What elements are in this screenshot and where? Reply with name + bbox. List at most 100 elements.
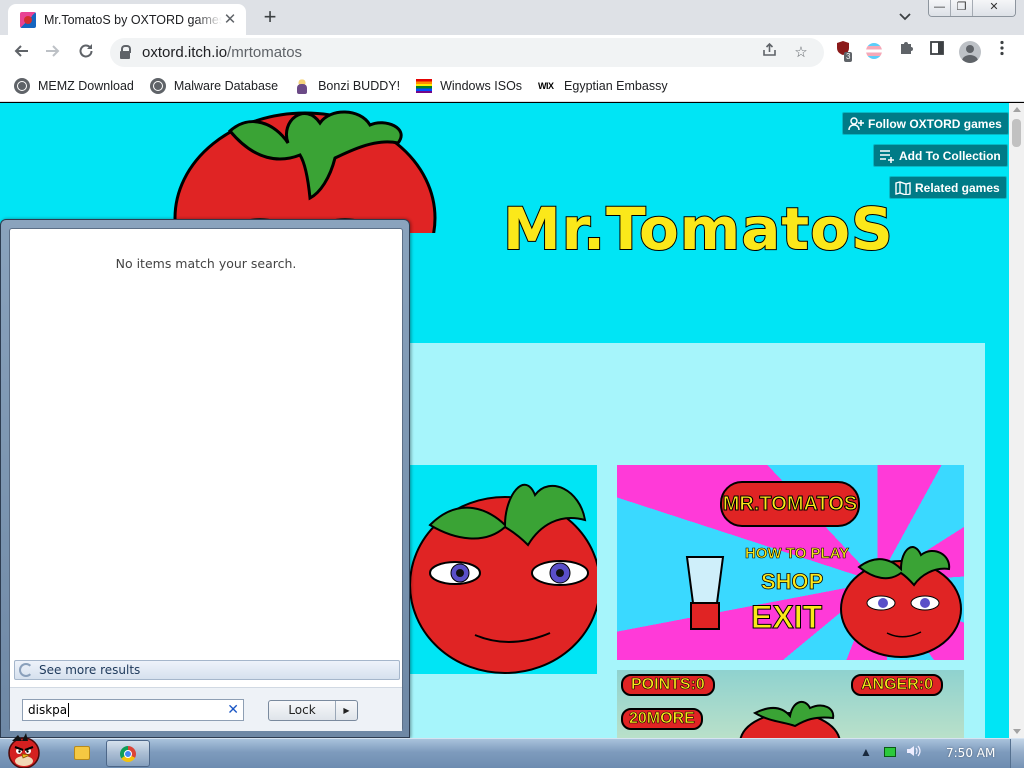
no-results-message: No items match your search. — [115, 256, 297, 271]
lock-icon[interactable] — [120, 45, 131, 59]
lock-button-group: Lock ▶ — [268, 700, 358, 721]
network-icon[interactable] — [882, 744, 898, 760]
see-more-results-link[interactable]: See more results — [14, 660, 400, 680]
banner-tomato-image — [173, 110, 437, 233]
related-games-button[interactable]: Related games — [889, 176, 1007, 199]
menu-tomato-image — [840, 546, 962, 658]
add-to-collection-button[interactable]: Add To Collection — [873, 144, 1008, 167]
hud-points: POINTS:0 — [621, 674, 715, 696]
follow-button[interactable]: Follow OXTORD games — [842, 112, 1009, 135]
game-title: Mr.TomatoS — [502, 194, 894, 264]
gameplay-tomato-image — [739, 700, 841, 738]
search-results-pane: No items match your search. See more res… — [9, 228, 403, 731]
bookmark-label: Bonzi BUDDY! — [318, 78, 401, 93]
follow-label: Follow OXTORD games — [868, 116, 1002, 131]
bookmark-label: Windows ISOs — [440, 78, 523, 93]
chrome-tab-strip: Mr.TomatoS by OXTORD games ✕ + — ❐ ✕ — [0, 0, 1024, 35]
menu-shop: SHOP — [761, 569, 824, 595]
map-icon — [895, 180, 911, 196]
back-button[interactable] — [8, 40, 34, 66]
bookmark-label: Malware Database — [173, 78, 279, 93]
desktop: Mr.TomatoS by OXTORD games ✕ + — ❐ ✕ oxt… — [0, 0, 1024, 768]
close-window-button[interactable]: ✕ — [973, 0, 1015, 16]
reload-button[interactable] — [73, 40, 99, 66]
system-tray: ▲ — [858, 744, 930, 760]
extension-shield-icon[interactable]: 3 — [832, 40, 854, 62]
url-host: oxtord.itch.io — [142, 44, 228, 61]
maximize-button[interactable]: ❐ — [951, 0, 973, 16]
menu-how-to-play: HOW TO PLAY — [745, 545, 850, 563]
bookmark-egyptian-embassy[interactable]: WIX Egyptian Embassy — [538, 78, 668, 94]
search-query-text: diskpa — [28, 703, 68, 717]
lock-button[interactable]: Lock — [269, 701, 336, 720]
windows-taskbar: ▲ 7:50 AM — [0, 733, 1024, 768]
bookmark-memz[interactable]: MEMZ Download — [14, 77, 134, 94]
address-bar[interactable]: oxtord.itch.io/mrtomatos ☆ — [110, 38, 824, 67]
bookmark-malware-db[interactable]: Malware Database — [149, 77, 279, 94]
tab-search-icon[interactable] — [896, 9, 914, 27]
extension-badge: 3 — [844, 52, 853, 62]
see-more-label: See more results — [39, 663, 141, 677]
forward-button[interactable] — [40, 40, 66, 66]
volume-icon[interactable] — [906, 744, 922, 760]
screenshot-tomato-face[interactable] — [410, 465, 597, 674]
extensions-puzzle-icon[interactable] — [895, 40, 917, 62]
start-menu-search-flyout: No items match your search. See more res… — [0, 219, 410, 738]
scroll-down-arrow-icon[interactable] — [1013, 729, 1021, 734]
scroll-thumb[interactable] — [1012, 119, 1021, 147]
menu-kebab-icon[interactable] — [991, 40, 1013, 62]
start-search-input[interactable]: diskpa ✕ — [22, 699, 244, 721]
search-spinner-icon — [19, 663, 33, 677]
taskbar-explorer-button[interactable] — [62, 740, 102, 767]
url-text[interactable]: oxtord.itch.io/mrtomatos — [142, 44, 302, 61]
scroll-up-arrow-icon[interactable] — [1013, 107, 1021, 112]
bookmark-windows-isos[interactable]: Windows ISOs — [416, 78, 523, 93]
screenshot-gameplay[interactable]: POINTS:0 ANGER:0 20MORE — [617, 670, 964, 738]
tab-close-icon[interactable]: ✕ — [222, 11, 238, 28]
share-icon[interactable] — [758, 42, 780, 64]
menu-exit: EXIT — [750, 599, 823, 636]
new-tab-button[interactable]: + — [258, 6, 282, 30]
folder-icon — [74, 746, 90, 760]
show-hidden-icons-arrow-icon[interactable]: ▲ — [858, 744, 874, 760]
bookmark-bonzi[interactable]: Bonzi BUDDY! — [294, 77, 401, 94]
wix-icon: WIX — [538, 80, 554, 91]
itch-favicon-icon — [20, 11, 36, 28]
bonzi-icon — [294, 77, 311, 94]
hud-anger: ANGER:0 — [851, 674, 944, 696]
show-desktop-button[interactable] — [1010, 739, 1024, 768]
shutdown-options-arrow-icon[interactable]: ▶ — [336, 701, 357, 720]
bookmark-star-icon[interactable]: ☆ — [790, 42, 812, 64]
screenshot-menu[interactable]: MR.TOMATOS HOW TO PLAY SHOP EXIT — [617, 465, 964, 660]
blender-icon — [685, 556, 725, 630]
clear-search-icon[interactable]: ✕ — [227, 701, 239, 719]
rainbow-flag-icon — [416, 78, 433, 93]
taskbar-clock[interactable]: 7:50 AM — [946, 746, 995, 760]
bookmark-label: Egyptian Embassy — [564, 78, 668, 93]
related-label: Related games — [915, 180, 1000, 195]
menu-logo: MR.TOMATOS — [720, 481, 860, 527]
hud-more: 20MORE — [621, 708, 703, 730]
browser-toolbar: oxtord.itch.io/mrtomatos ☆ 3 — [0, 35, 1024, 70]
taskbar-chrome-button[interactable] — [106, 740, 150, 767]
minimize-button[interactable]: — — [929, 0, 951, 16]
browser-tab[interactable]: Mr.TomatoS by OXTORD games ✕ — [8, 4, 246, 35]
bookmarks-bar: MEMZ Download Malware Database Bonzi BUD… — [0, 70, 1024, 102]
window-controls: — ❐ ✕ — [928, 0, 1016, 17]
playlist-add-icon — [879, 149, 895, 163]
side-panel-icon[interactable] — [926, 40, 948, 62]
profile-avatar-icon[interactable] — [959, 41, 981, 63]
tab-title: Mr.TomatoS by OXTORD games — [44, 12, 222, 27]
start-menu-bottom-bar: diskpa ✕ Lock ▶ — [10, 687, 402, 731]
globe-icon — [14, 77, 30, 94]
extension-flag-icon[interactable] — [863, 40, 885, 62]
bookmark-label: MEMZ Download — [38, 78, 134, 93]
collection-label: Add To Collection — [899, 148, 1001, 163]
url-path: /mrtomatos — [227, 44, 303, 61]
globe-icon — [149, 77, 166, 94]
chrome-icon — [120, 746, 136, 762]
add-user-icon — [848, 116, 864, 131]
page-scrollbar[interactable] — [1009, 103, 1024, 738]
start-button-angry-bird-icon[interactable] — [4, 731, 42, 768]
text-caret — [68, 703, 70, 717]
